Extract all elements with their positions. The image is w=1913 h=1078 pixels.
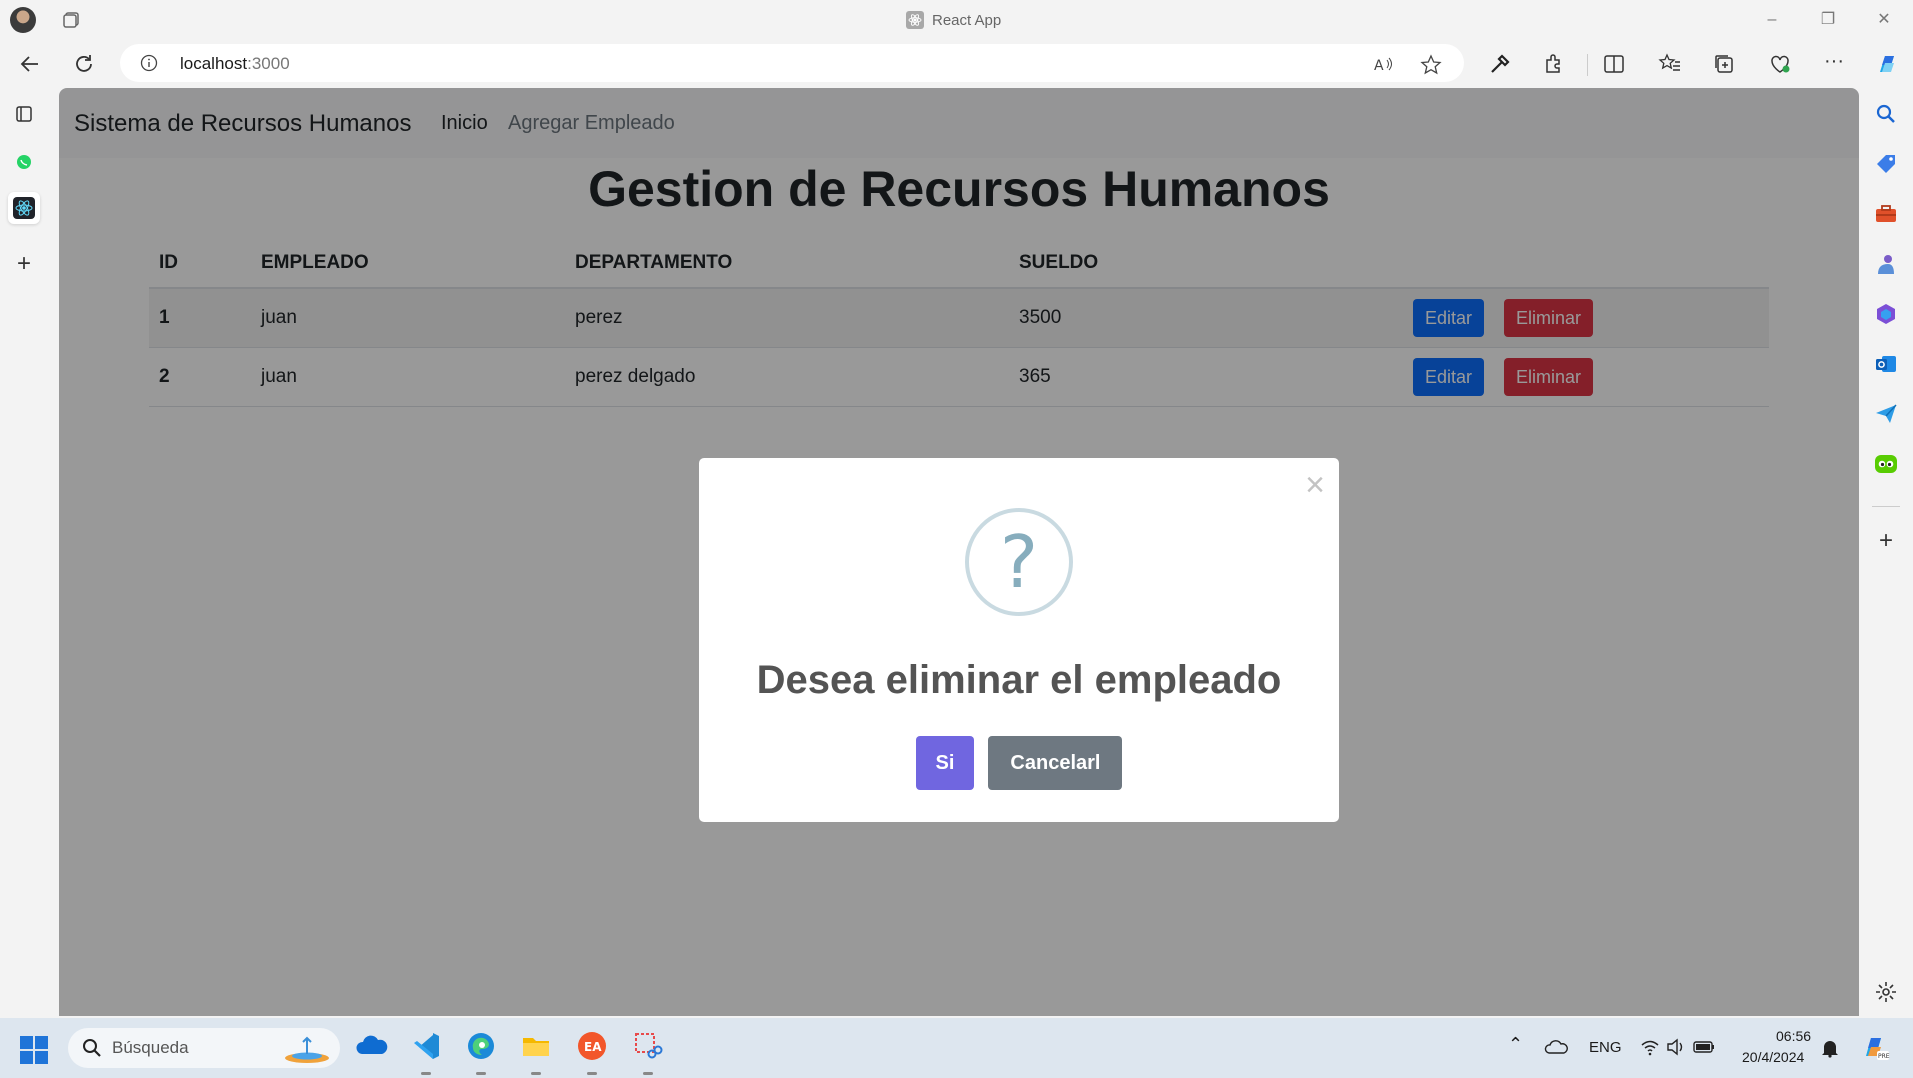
windows-start-icon[interactable]: [20, 1036, 48, 1064]
copilot-taskbar-icon[interactable]: PRE: [1860, 1032, 1890, 1062]
snipping-tool-icon[interactable]: [632, 1030, 664, 1062]
minimize-icon[interactable]: –: [1760, 8, 1784, 32]
read-aloud-icon[interactable]: A: [1372, 54, 1394, 76]
file-explorer-icon[interactable]: [520, 1030, 552, 1062]
refresh-icon[interactable]: [70, 50, 98, 78]
back-arrow-icon[interactable]: [16, 50, 44, 78]
tray-onedrive-icon[interactable]: [1544, 1038, 1568, 1056]
restore-icon[interactable]: ❐: [1816, 8, 1840, 32]
svg-text:EA: EA: [584, 1040, 602, 1054]
window-title-text: React App: [932, 11, 1002, 29]
question-icon: ?: [965, 508, 1073, 616]
snipping-running-indicator: [643, 1072, 653, 1075]
extensions-icon[interactable]: [1542, 52, 1566, 76]
whatsapp-tab-icon[interactable]: [8, 146, 40, 178]
wifi-icon[interactable]: [1640, 1038, 1660, 1056]
sidebar-settings-gear-icon[interactable]: [1874, 980, 1898, 1004]
clock-time[interactable]: 06:56: [1776, 1028, 1811, 1044]
eyedropper-icon[interactable]: [1488, 52, 1512, 76]
address-bar[interactable]: localhost:3000 A: [120, 44, 1464, 82]
duolingo-icon[interactable]: [1874, 452, 1898, 476]
site-info-icon[interactable]: [140, 54, 158, 72]
browser-essentials-icon[interactable]: [1768, 52, 1792, 76]
shopping-tag-icon[interactable]: [1874, 152, 1898, 176]
volume-icon[interactable]: [1666, 1038, 1686, 1056]
onedrive-icon[interactable]: [356, 1030, 388, 1062]
vertical-tabs-strip: +: [0, 88, 48, 1018]
react-favicon-icon: [906, 11, 924, 29]
language-indicator[interactable]: ENG: [1589, 1039, 1622, 1056]
more-options-icon[interactable]: ···: [1822, 51, 1846, 76]
search-highlight-icon: [285, 1036, 329, 1063]
close-icon[interactable]: ×: [1305, 468, 1325, 502]
sidebar-search-icon[interactable]: [1874, 102, 1898, 126]
svg-text:PRE: PRE: [1878, 1053, 1890, 1060]
browser-titlebar: React App – ❐ ✕: [0, 0, 1913, 40]
tray-overflow-chevron-icon[interactable]: ⌃: [1508, 1034, 1523, 1055]
edge-icon[interactable]: [465, 1030, 497, 1062]
clock-date[interactable]: 20/4/2024: [1742, 1049, 1804, 1065]
send-plane-icon[interactable]: [1874, 402, 1898, 426]
dialog-actions: Si Cancelarl: [699, 736, 1339, 790]
ea-app-icon[interactable]: EA: [576, 1030, 608, 1062]
explorer-running-indicator: [531, 1072, 541, 1075]
tools-briefcase-icon[interactable]: [1874, 202, 1898, 226]
vertical-tabs-toggle-icon[interactable]: [8, 98, 40, 130]
url-text[interactable]: localhost:3000: [180, 54, 290, 74]
search-placeholder: Búsqueda: [112, 1038, 189, 1057]
copilot-icon[interactable]: [1874, 50, 1902, 78]
dialog-title: Desea eliminar el empleado: [756, 658, 1282, 702]
svg-text:A: A: [1374, 58, 1384, 74]
battery-icon[interactable]: [1692, 1038, 1716, 1056]
new-tab-plus-icon[interactable]: +: [8, 248, 40, 280]
notifications-bell-icon[interactable]: [1820, 1038, 1840, 1058]
confirm-delete-dialog: × ? Desea eliminar el empleado Si Cancel…: [699, 458, 1339, 822]
outlook-icon[interactable]: [1874, 352, 1898, 376]
microsoft-365-icon[interactable]: [1874, 302, 1898, 326]
collections-icon[interactable]: [1712, 52, 1736, 76]
cancel-button[interactable]: Cancelarl: [988, 736, 1123, 790]
windows-taskbar: Búsqueda EA ⌃ ENG 06:56 20/4/2024 PRE: [0, 1018, 1913, 1078]
games-icon[interactable]: [1874, 252, 1898, 276]
window-title: React App: [906, 10, 1001, 30]
toolbar-divider: [1587, 54, 1588, 76]
page-viewport: Sistema de Recursos Humanos Inicio Agreg…: [59, 88, 1859, 1016]
close-window-icon[interactable]: ✕: [1872, 8, 1896, 32]
profile-avatar[interactable]: [10, 7, 36, 33]
split-screen-icon[interactable]: [1602, 52, 1626, 76]
favorites-icon[interactable]: [1658, 52, 1682, 76]
tab-actions-icon[interactable]: [62, 10, 82, 30]
confirm-button[interactable]: Si: [915, 736, 975, 790]
edge-running-indicator: [476, 1072, 486, 1075]
taskbar-search[interactable]: Búsqueda: [68, 1028, 340, 1068]
search-icon: [83, 1039, 101, 1057]
sidebar-add-icon[interactable]: +: [1874, 529, 1898, 554]
edge-sidebar: +: [1860, 88, 1913, 1018]
sidebar-divider: [1872, 506, 1900, 507]
react-app-tab-icon[interactable]: [8, 192, 40, 224]
browser-toolbar: localhost:3000 A ···: [0, 40, 1913, 88]
vscode-running-indicator: [421, 1072, 431, 1075]
favorite-star-icon[interactable]: [1420, 54, 1442, 76]
ea-running-indicator: [587, 1072, 597, 1075]
vscode-icon[interactable]: [410, 1030, 442, 1062]
